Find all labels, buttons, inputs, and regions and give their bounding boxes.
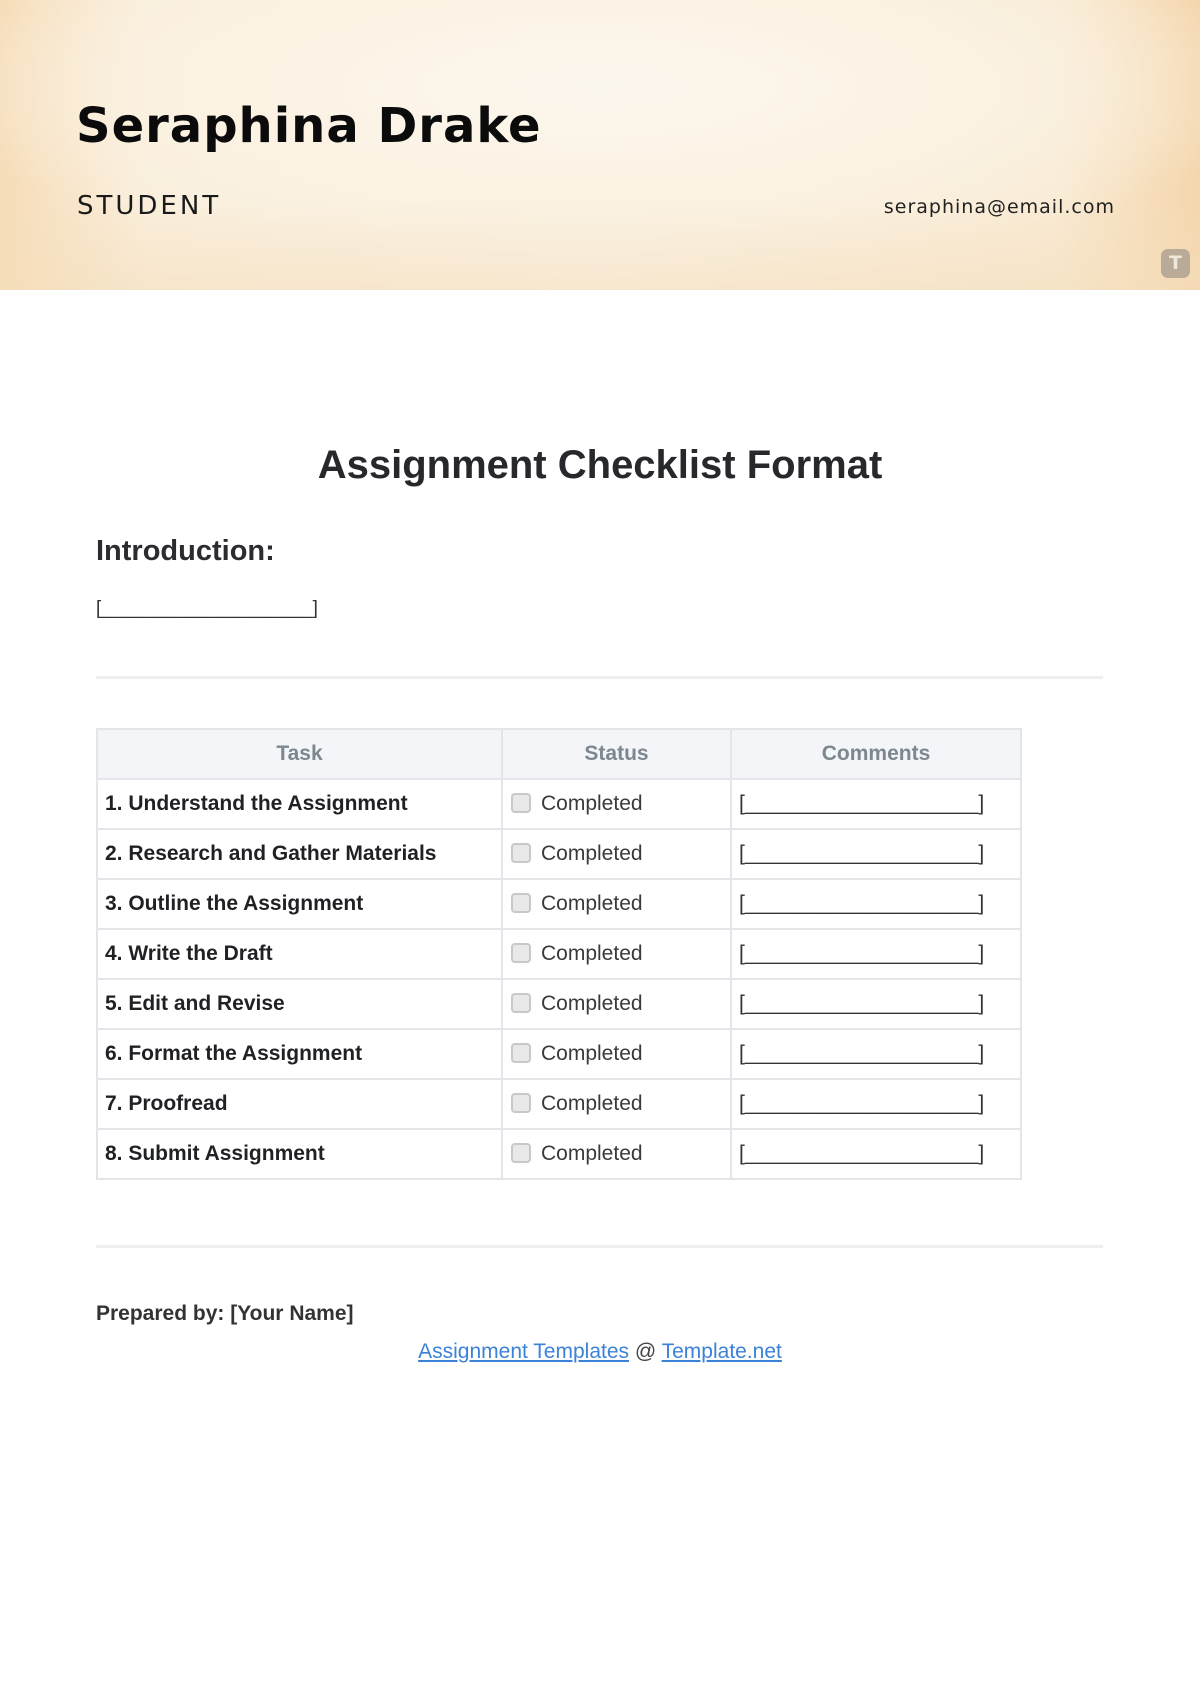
checklist-body: 1. Understand the Assignment Completed [__… <box>96 778 1022 1180</box>
completed-checkbox[interactable] <box>511 793 531 813</box>
footer-divider <box>96 1245 1103 1248</box>
status-label: Completed <box>541 1142 643 1165</box>
comment-cell[interactable]: [____________________] <box>730 828 1022 880</box>
completed-checkbox[interactable] <box>511 1043 531 1063</box>
assignment-templates-link[interactable]: Assignment Templates <box>418 1340 629 1363</box>
student-name: Seraphina Drake <box>76 98 542 154</box>
status-cell: Completed <box>501 1028 732 1080</box>
prepared-by: Prepared by: [Your Name] <box>96 1302 354 1325</box>
status-cell: Completed <box>501 828 732 880</box>
completed-checkbox[interactable] <box>511 893 531 913</box>
status-cell: Completed <box>501 978 732 1030</box>
table-row: 2. Research and Gather Materials Complete… <box>96 828 1022 880</box>
status-label: Completed <box>541 892 643 915</box>
task-cell: 6. Format the Assignment <box>96 1028 503 1080</box>
table-row: 1. Understand the Assignment Completed [__… <box>96 778 1022 830</box>
task-cell: 8. Submit Assignment <box>96 1128 503 1180</box>
status-cell: Completed <box>501 928 732 980</box>
comment-cell[interactable]: [____________________] <box>730 928 1022 980</box>
task-cell: 3. Outline the Assignment <box>96 878 503 930</box>
table-row: 7. Proofread Completed [__________________… <box>96 1078 1022 1130</box>
section-divider <box>96 676 1103 679</box>
column-header-comments: Comments <box>730 728 1022 780</box>
comment-cell[interactable]: [____________________] <box>730 1128 1022 1180</box>
task-cell: 4. Write the Draft <box>96 928 503 980</box>
status-label: Completed <box>541 1042 643 1065</box>
table-row: 3. Outline the Assignment Completed [_____… <box>96 878 1022 930</box>
comment-cell[interactable]: [____________________] <box>730 978 1022 1030</box>
status-label: Completed <box>541 792 643 815</box>
table-row: 8. Submit Assignment Completed [__________… <box>96 1128 1022 1180</box>
credit-separator: @ <box>629 1340 662 1363</box>
status-label: Completed <box>541 942 643 965</box>
completed-checkbox[interactable] <box>511 943 531 963</box>
table-header-row: Task Status Comments <box>96 728 1022 780</box>
status-cell: Completed <box>501 1128 732 1180</box>
template-net-link[interactable]: Template.net <box>662 1340 782 1363</box>
student-email: seraphina@email.com <box>883 196 1115 218</box>
credit-line: Assignment Templates @ Template.net <box>0 1340 1200 1364</box>
comment-cell[interactable]: [____________________] <box>730 878 1022 930</box>
completed-checkbox[interactable] <box>511 993 531 1013</box>
template-logo-icon: T <box>1161 249 1190 278</box>
checklist-table: Task Status Comments 1. Understand the A… <box>96 728 1022 1180</box>
column-header-task: Task <box>96 728 503 780</box>
comment-cell[interactable]: [____________________] <box>730 1078 1022 1130</box>
status-cell: Completed <box>501 778 732 830</box>
status-label: Completed <box>541 842 643 865</box>
completed-checkbox[interactable] <box>511 1093 531 1113</box>
status-cell: Completed <box>501 878 732 930</box>
introduction-heading: Introduction: <box>96 535 275 567</box>
status-label: Completed <box>541 992 643 1015</box>
status-cell: Completed <box>501 1078 732 1130</box>
table-row: 6. Format the Assignment Completed [______… <box>96 1028 1022 1080</box>
table-row: 4. Write the Draft Completed [____________… <box>96 928 1022 980</box>
status-label: Completed <box>541 1092 643 1115</box>
completed-checkbox[interactable] <box>511 1143 531 1163</box>
student-role: STUDENT <box>77 191 222 221</box>
column-header-status: Status <box>501 728 732 780</box>
profile-header: Seraphina Drake STUDENT seraphina@email.… <box>0 0 1200 290</box>
introduction-placeholder[interactable]: [____________________] <box>96 598 318 620</box>
task-cell: 1. Understand the Assignment <box>96 778 503 830</box>
comment-cell[interactable]: [____________________] <box>730 778 1022 830</box>
task-cell: 5. Edit and Revise <box>96 978 503 1030</box>
completed-checkbox[interactable] <box>511 843 531 863</box>
document-title: Assignment Checklist Format <box>317 443 883 487</box>
comment-cell[interactable]: [____________________] <box>730 1028 1022 1080</box>
task-cell: 2. Research and Gather Materials <box>96 828 503 880</box>
task-cell: 7. Proofread <box>96 1078 503 1130</box>
table-row: 5. Edit and Revise Completed [____________… <box>96 978 1022 1030</box>
